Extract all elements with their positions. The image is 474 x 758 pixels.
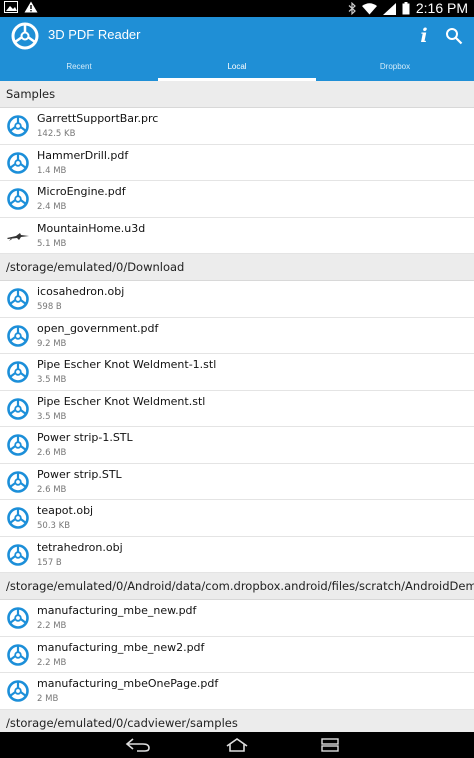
app-file-icon <box>6 397 30 421</box>
app-file-icon <box>6 287 30 311</box>
clock: 2:16 PM <box>415 0 468 16</box>
file-name: tetrahedron.obj <box>37 540 123 554</box>
file-size: 2.4 MB <box>37 202 67 212</box>
section-header: /storage/emulated/0/Android/data/com.dro… <box>0 573 474 600</box>
file-list[interactable]: Samples GarrettSupportBar.prc 142.5 KB Hamm… <box>0 81 474 732</box>
status-right-icons: 2:16 PM <box>348 1 468 16</box>
app-file-icon <box>6 543 30 567</box>
app-file-icon <box>6 324 30 348</box>
section-header: Samples <box>0 81 474 108</box>
file-name: icosahedron.obj <box>37 285 125 298</box>
file-row[interactable]: Pipe Escher Knot Weldment-1.stl 3.5 MB <box>0 354 474 391</box>
app-file-icon <box>6 187 30 211</box>
file-row[interactable]: Power strip-1.STL 2.6 MB <box>0 427 474 464</box>
file-name: MicroEngine.pdf <box>37 185 126 198</box>
file-size: 50.3 KB <box>37 521 71 531</box>
app-file-icon <box>6 606 30 630</box>
file-row[interactable]: manufacturing_mbe_new.pdf 2.2 MB <box>0 600 474 637</box>
file-row[interactable]: MountainHome.u3d 5.1 MB <box>0 217 474 254</box>
app-file-icon <box>6 433 30 457</box>
tab-recent[interactable]: Recent <box>0 55 158 81</box>
file-row[interactable]: manufacturing_mbeOnePage.pdf 2 MB <box>0 673 474 710</box>
file-size: 2 MB <box>37 694 59 704</box>
file-size: 2.2 MB <box>37 657 67 668</box>
info-icon[interactable]: i <box>410 22 438 50</box>
app-file-icon <box>6 643 30 667</box>
file-row[interactable]: tetrahedron.obj 157 B <box>0 536 474 573</box>
file-name: GarrettSupportBar.prc <box>37 112 159 125</box>
file-size: 3.5 MB <box>37 375 67 385</box>
file-row[interactable]: teapot.obj 50.3 KB <box>0 500 474 537</box>
nav-bar <box>0 732 474 758</box>
home-icon[interactable] <box>223 736 251 754</box>
file-name: MountainHome.u3d <box>37 221 146 235</box>
file-row[interactable]: GarrettSupportBar.prc 142.5 KB <box>0 108 474 145</box>
file-size: 598 B <box>37 302 62 312</box>
app-file-icon <box>6 114 30 138</box>
file-name: Power strip.STL <box>37 467 122 481</box>
file-row[interactable]: HammerDrill.pdf 1.4 MB <box>0 144 474 181</box>
app-logo-icon[interactable] <box>10 21 40 51</box>
warning-icon <box>24 1 38 13</box>
app-file-icon <box>6 151 30 175</box>
file-row[interactable]: Pipe Escher Knot Weldment.stl 3.5 MB <box>0 390 474 427</box>
app-file-icon <box>6 506 30 530</box>
image-icon <box>4 1 18 13</box>
file-name: Pipe Escher Knot Weldment.stl <box>37 394 206 408</box>
search-icon[interactable] <box>440 22 468 50</box>
file-name: teapot.obj <box>37 504 94 517</box>
file-name: open_government.pdf <box>37 321 159 335</box>
status-bar: 2:16 PM <box>0 0 474 17</box>
file-row[interactable]: MicroEngine.pdf 2.4 MB <box>0 181 474 218</box>
file-row[interactable]: icosahedron.obj 598 B <box>0 281 474 318</box>
file-size: 3.5 MB <box>37 411 67 422</box>
file-name: manufacturing_mbe_new.pdf <box>37 604 197 617</box>
app-file-icon <box>6 360 30 384</box>
action-bar: 3D PDF Reader i <box>0 17 474 55</box>
signal-icon <box>382 2 396 15</box>
status-left-icons <box>4 1 38 13</box>
wifi-icon <box>361 2 377 15</box>
file-name: manufacturing_mbe_new2.pdf <box>37 640 205 654</box>
app-file-icon <box>6 679 30 703</box>
file-size: 2.2 MB <box>37 621 67 631</box>
section-header: /storage/emulated/0/cadviewer/samples <box>0 709 474 732</box>
file-row[interactable]: open_government.pdf 9.2 MB <box>0 317 474 354</box>
section-header: /storage/emulated/0/Download <box>0 254 474 281</box>
file-size: 5.1 MB <box>37 238 67 249</box>
tab-dropbox[interactable]: Dropbox <box>316 55 474 81</box>
file-name: manufacturing_mbeOnePage.pdf <box>37 677 219 690</box>
aircraft-thumbnail-icon <box>6 224 30 248</box>
file-row[interactable]: manufacturing_mbe_new2.pdf 2.2 MB <box>0 636 474 673</box>
file-name: Pipe Escher Knot Weldment-1.stl <box>37 358 217 371</box>
recent-apps-icon[interactable] <box>316 736 344 754</box>
tab-local[interactable]: Local <box>158 55 316 81</box>
file-size: 1.4 MB <box>37 165 67 176</box>
app-title: 3D PDF Reader <box>48 27 141 42</box>
file-size: 157 B <box>37 557 62 568</box>
file-size: 2.6 MB <box>37 448 67 458</box>
file-size: 9.2 MB <box>37 338 67 349</box>
file-row[interactable]: Power strip.STL 2.6 MB <box>0 463 474 500</box>
tab-bar: Recent Local Dropbox <box>0 55 474 81</box>
file-size: 2.6 MB <box>37 484 67 495</box>
back-icon[interactable] <box>124 736 152 754</box>
bluetooth-icon <box>348 2 356 15</box>
file-name: HammerDrill.pdf <box>37 148 129 162</box>
file-size: 142.5 KB <box>37 129 76 139</box>
file-name: Power strip-1.STL <box>37 431 133 444</box>
app-file-icon <box>6 470 30 494</box>
battery-icon <box>402 2 410 15</box>
